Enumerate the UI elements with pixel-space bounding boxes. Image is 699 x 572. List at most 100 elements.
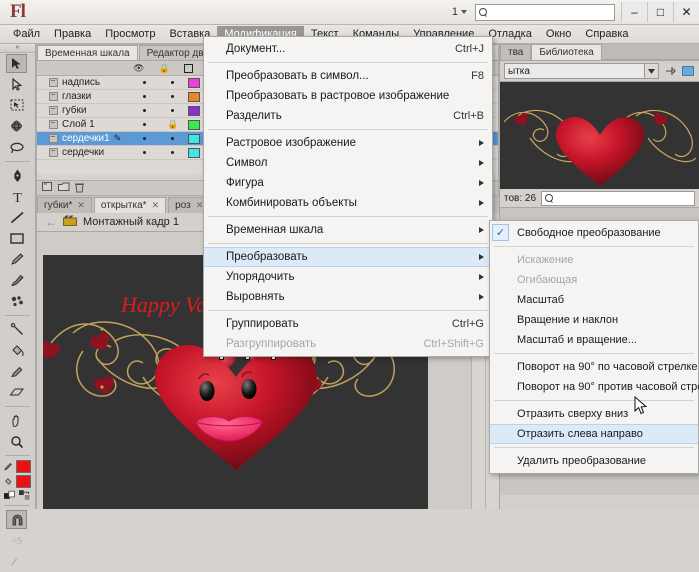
- menu-item[interactable]: Масштаб и вращение...: [490, 330, 698, 350]
- color-options-row[interactable]: [0, 489, 35, 502]
- delete-layer-icon[interactable]: [75, 182, 84, 195]
- layer-outline-color[interactable]: [188, 133, 200, 144]
- layer-outline-color[interactable]: [188, 77, 200, 88]
- layer-visibility-dot[interactable]: [143, 95, 146, 98]
- tool-subselection[interactable]: [0, 74, 34, 95]
- stroke-color-row[interactable]: [0, 459, 35, 474]
- menu-item-label: Преобразовать в символ...: [226, 70, 369, 82]
- fill-color-row[interactable]: [0, 474, 35, 489]
- menu-item[interactable]: Комбинировать объекты: [204, 193, 492, 213]
- menu-item-0[interactable]: Файл: [6, 26, 47, 43]
- tool-text[interactable]: T: [0, 186, 34, 207]
- layer-type-icon: [49, 78, 58, 87]
- library-tab-0[interactable]: тва: [500, 44, 532, 60]
- layer-outline-color[interactable]: [188, 119, 200, 130]
- tool-straighten[interactable]: [0, 551, 34, 572]
- zoom-icon: [10, 435, 24, 449]
- menu-item-9[interactable]: Окно: [539, 26, 579, 43]
- library-search-input[interactable]: [541, 190, 695, 206]
- menu-item[interactable]: Выровнять: [204, 287, 492, 307]
- menu-item-1[interactable]: Правка: [47, 26, 98, 43]
- outline-square-icon[interactable]: [183, 63, 193, 73]
- tool-smooth[interactable]: +S: [0, 530, 34, 551]
- tool-brush[interactable]: [0, 270, 34, 291]
- tool-lasso-oval[interactable]: [0, 137, 34, 158]
- search-input[interactable]: [475, 3, 615, 21]
- layer-outline-color[interactable]: [188, 147, 200, 158]
- menu-item[interactable]: Фигура: [204, 173, 492, 193]
- panel-grip[interactable]: «: [0, 44, 35, 53]
- tool-bone[interactable]: [0, 319, 34, 340]
- tool-deco[interactable]: [0, 291, 34, 312]
- tool-3d-rotate[interactable]: [0, 116, 34, 137]
- menu-item[interactable]: Разделить Ctrl+B: [204, 106, 492, 126]
- menu-item[interactable]: Удалить преобразование: [490, 451, 698, 471]
- tool-zoom[interactable]: [0, 431, 34, 452]
- new-layer-icon[interactable]: [42, 182, 53, 194]
- tool-hand[interactable]: [0, 410, 34, 431]
- lock-icon[interactable]: 🔒: [167, 119, 178, 130]
- menu-item[interactable]: Поворот на 90° по часовой стрелке: [490, 357, 698, 377]
- new-folder-icon[interactable]: [58, 182, 70, 194]
- tool-rectangle[interactable]: [0, 228, 34, 249]
- menu-item-10[interactable]: Справка: [578, 26, 635, 43]
- close-icon[interactable]: ✕: [152, 200, 160, 211]
- menu-item-label: Огибающая: [517, 274, 578, 286]
- minimize-button[interactable]: –: [621, 2, 647, 22]
- menu-item-2[interactable]: Просмотр: [98, 26, 162, 43]
- eye-icon[interactable]: 👁: [133, 63, 144, 74]
- tool-eyedropper[interactable]: [0, 361, 34, 382]
- layer-lock-dot[interactable]: [171, 109, 174, 112]
- menu-item[interactable]: Преобразовать в растровое изображение: [204, 86, 492, 106]
- close-button[interactable]: ✕: [673, 2, 699, 22]
- layer-visibility-dot[interactable]: [143, 123, 146, 126]
- layer-visibility-dot[interactable]: [143, 109, 146, 112]
- tool-pencil[interactable]: [0, 249, 34, 270]
- layer-lock-dot[interactable]: [171, 151, 174, 154]
- new-library-panel-icon[interactable]: [681, 64, 695, 78]
- layer-visibility-dot[interactable]: [143, 81, 146, 84]
- fill-color-swatch[interactable]: [15, 475, 31, 488]
- lock-icon[interactable]: 🔒: [158, 63, 169, 74]
- layer-lock-dot[interactable]: [171, 95, 174, 98]
- menu-item[interactable]: Масштаб: [490, 290, 698, 310]
- tool-line[interactable]: [0, 207, 34, 228]
- back-arrow-icon[interactable]: ←: [45, 215, 57, 229]
- close-icon[interactable]: ✕: [77, 200, 85, 211]
- layer-outline-color[interactable]: [188, 105, 200, 116]
- tool-selection-arrow[interactable]: [0, 53, 34, 74]
- menu-item[interactable]: Отразить слева направо: [490, 424, 698, 444]
- chevron-down-icon[interactable]: [644, 64, 658, 78]
- menu-item[interactable]: Преобразовать в символ... F8: [204, 66, 492, 86]
- menu-item[interactable]: Растровое изображение: [204, 133, 492, 153]
- menu-item[interactable]: Упорядочить: [204, 267, 492, 287]
- menu-item[interactable]: Символ: [204, 153, 492, 173]
- timeline-tab-0[interactable]: Временная шкала: [37, 45, 138, 60]
- menu-item[interactable]: Поворот на 90° против часовой стрелки: [490, 377, 699, 397]
- layer-lock-dot[interactable]: [171, 137, 174, 140]
- tool-lasso[interactable]: [0, 95, 34, 116]
- layer-outline-color[interactable]: [188, 91, 200, 102]
- document-tab-0[interactable]: губки* ✕: [37, 197, 92, 213]
- stroke-color-swatch[interactable]: [15, 460, 31, 473]
- layer-lock-dot[interactable]: [171, 81, 174, 84]
- menu-item[interactable]: ✓ Свободное преобразование: [490, 223, 698, 243]
- menu-item[interactable]: Группировать Ctrl+G: [204, 314, 492, 334]
- workspace-selector[interactable]: 1: [452, 6, 467, 18]
- tool-pen[interactable]: [0, 165, 34, 186]
- tool-paint-bucket[interactable]: [0, 340, 34, 361]
- tool-snap-magnet[interactable]: [0, 509, 34, 530]
- menu-item[interactable]: Вращение и наклон: [490, 310, 698, 330]
- menu-item[interactable]: Документ... Ctrl+J: [204, 39, 492, 59]
- menu-item[interactable]: Отразить сверху вниз: [490, 404, 698, 424]
- maximize-button[interactable]: □: [647, 2, 673, 22]
- document-tab-1[interactable]: открытка* ✕: [93, 197, 167, 213]
- tool-eraser[interactable]: [0, 382, 34, 403]
- layer-visibility-dot[interactable]: [143, 137, 146, 140]
- library-tab-1[interactable]: Библиотека: [531, 44, 602, 60]
- menu-item[interactable]: Временная шкала: [204, 220, 492, 240]
- pin-library-icon[interactable]: [663, 64, 677, 78]
- menu-item[interactable]: Преобразовать: [204, 247, 492, 267]
- layer-visibility-dot[interactable]: [143, 151, 146, 154]
- library-document-selector[interactable]: ытка: [504, 63, 659, 79]
